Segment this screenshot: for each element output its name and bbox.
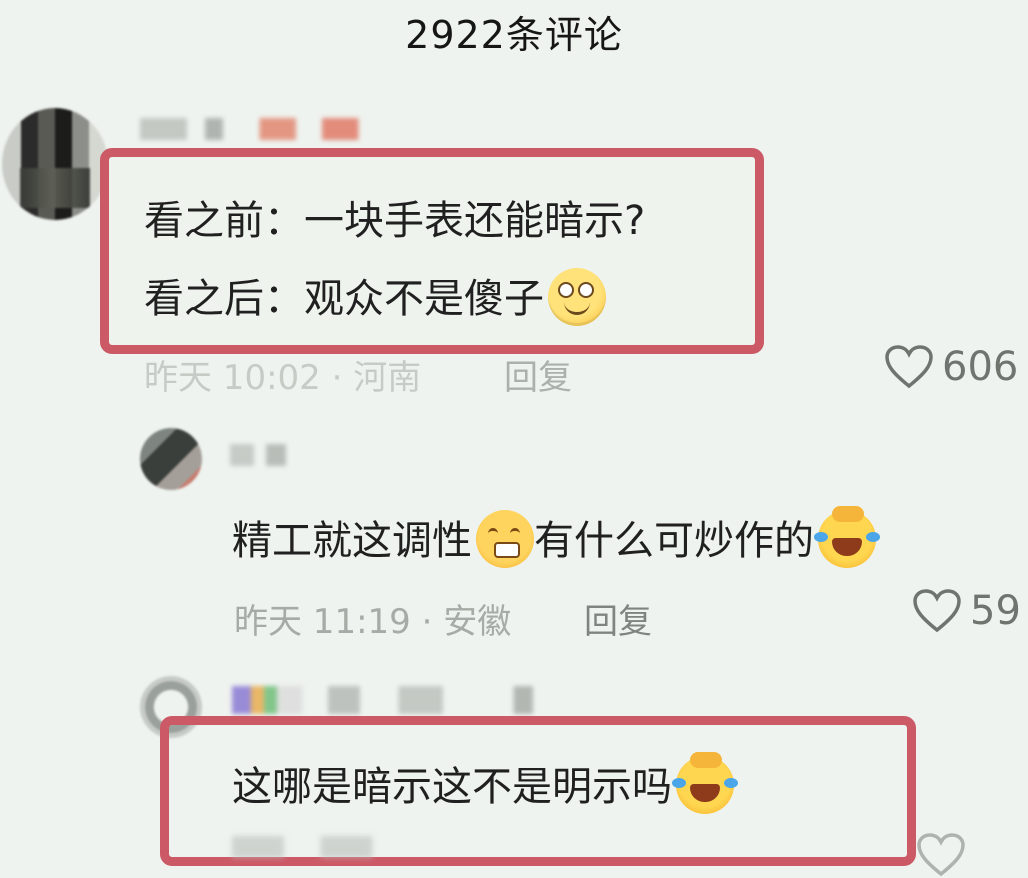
- comment-text-line: 看之前：一块手表还能暗示?: [144, 188, 645, 246]
- username-blurred[interactable]: [232, 686, 552, 714]
- comment-text: 这哪是暗示这不是明示吗: [232, 764, 672, 810]
- reply-button[interactable]: 回复: [584, 594, 652, 643]
- username-blurred[interactable]: [230, 444, 310, 466]
- avatar[interactable]: [2, 108, 108, 220]
- heart-icon: [913, 589, 961, 633]
- like-button[interactable]: 59: [912, 588, 1021, 634]
- like-count: 59: [970, 588, 1021, 634]
- like-count: 606: [942, 344, 1019, 390]
- comment-text: 有什么可炒作的: [534, 518, 814, 564]
- comment-text: 精工就这调性: [232, 518, 472, 564]
- comment-text: 看之后：观众不是傻子: [144, 276, 544, 322]
- laughing-tears-icon: [672, 752, 738, 814]
- comment-count-title: 2922条评论: [405, 13, 623, 57]
- comment-text-line: 看之后：观众不是傻子: [144, 266, 606, 330]
- laughing-tears-icon: [814, 506, 880, 568]
- comment-text-line: 精工就这调性 有什么可炒作的: [232, 506, 880, 572]
- heart-icon: [885, 345, 933, 389]
- smile-icon: [548, 268, 606, 326]
- reply-button[interactable]: 回复: [504, 350, 572, 399]
- username-blurred[interactable]: [140, 118, 400, 140]
- comment-meta-blurred: [232, 836, 492, 858]
- comment-text-line: 这哪是暗示这不是明示吗: [232, 752, 738, 818]
- comment-time-location: 昨天 11:19 · 安徽: [234, 602, 512, 642]
- like-button[interactable]: 606: [884, 344, 1018, 390]
- like-button[interactable]: [916, 832, 974, 878]
- comment-time-location: 昨天 10:02 · 河南: [144, 358, 422, 398]
- worried-face-icon: [476, 510, 534, 568]
- heart-icon: [917, 833, 965, 877]
- avatar[interactable]: [140, 428, 202, 490]
- comment-text: 看之前：一块手表还能暗示?: [144, 198, 646, 244]
